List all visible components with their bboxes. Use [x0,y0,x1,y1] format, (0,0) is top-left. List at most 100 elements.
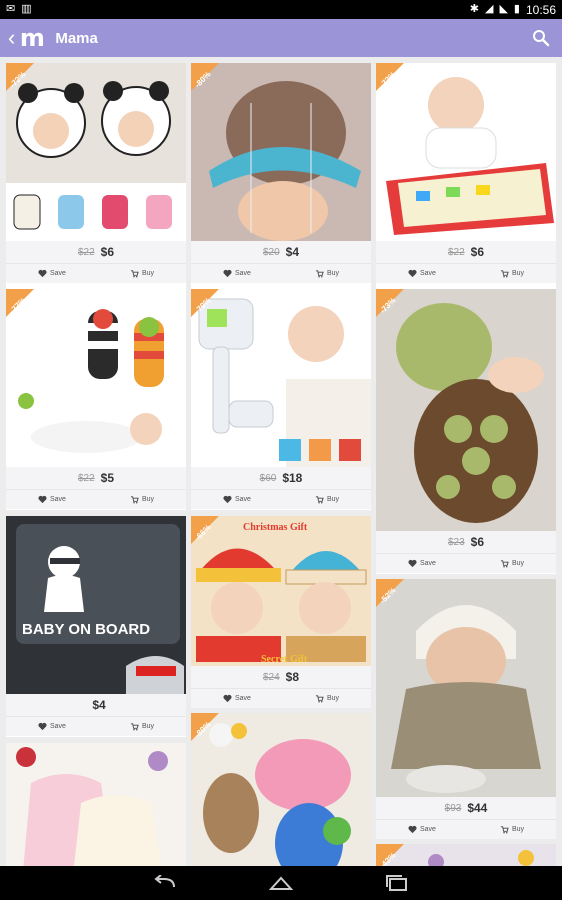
buy-button[interactable]: Buy [130,722,154,731]
search-button[interactable] [528,25,554,51]
nav-recents-button[interactable] [382,873,412,893]
price-row: $22 $5 [6,467,186,489]
heart-icon [408,825,417,834]
price: $44 [467,801,488,815]
product-card[interactable]: BABY ON BOARD $4 Save Buy [6,516,186,737]
product-image[interactable] [6,743,186,866]
app-title: Mama [55,29,98,47]
heart-icon [38,269,47,278]
cart-icon [315,496,324,504]
action-row: Save Buy [191,263,371,283]
product-image[interactable] [376,579,556,797]
product-card[interactable]: -72% $22 $6 Save Buy [6,63,186,289]
buy-button[interactable]: Buy [130,269,154,278]
action-row: Save Buy [6,489,186,509]
product-card[interactable]: -52% $93 $44 Save Buy [376,579,556,839]
price-row: $22 $6 [376,241,556,263]
price: $6 [100,245,115,259]
price-row: $93 $44 [376,797,556,819]
cart-icon [130,723,139,731]
save-button[interactable]: Save [408,559,436,568]
signal-icon: ◣ [499,3,508,15]
action-row: Save Buy [6,716,186,736]
product-card[interactable]: -80% $20 $4 Save Buy [191,63,371,289]
home-icon [268,876,294,890]
old-price: $22 [447,246,465,258]
buy-button[interactable]: Buy [315,694,339,703]
wifi-icon: ◢ [484,3,494,15]
price-row: $24 $8 [191,666,371,688]
cart-icon [500,826,509,834]
buy-button[interactable]: Buy [315,269,339,278]
save-button[interactable]: Save [38,495,66,504]
promo-text-top: Christmas Gift [243,522,308,533]
barcode-icon: ▥ [21,3,32,15]
save-button[interactable]: Save [38,722,66,731]
product-card[interactable] [6,743,186,866]
cart-icon [130,270,139,278]
recents-icon [386,875,407,891]
price: $5 [100,471,115,485]
email-icon: ✉ [6,3,16,15]
status-time: 10:56 [525,2,556,17]
product-card[interactable]: -77% $22 $5 Save Buy [6,289,186,510]
product-image[interactable]: BABY ON BOARD [6,516,186,694]
cart-icon [315,695,324,703]
action-row: Save Buy [376,553,556,573]
old-price: $22 [77,472,95,484]
heart-icon [223,269,232,278]
buy-button[interactable]: Buy [315,495,339,504]
product-card[interactable]: -73% $23 $6 Save Buy [376,289,556,574]
old-price: $22 [77,246,95,258]
app-logo: m [19,24,45,52]
product-card[interactable]: -72% $22 $6 Save Buy [376,63,556,289]
bluetooth-off-icon: ✱ [469,3,479,15]
product-card[interactable]: -80% [191,713,371,866]
buy-button[interactable]: Buy [500,269,524,278]
old-price: $23 [447,536,465,548]
heart-icon [408,559,417,568]
cart-icon [500,270,509,278]
save-button[interactable]: Save [223,495,251,504]
nav-back-button[interactable] [150,873,180,893]
heart-icon [223,694,232,703]
price-row: $60 $18 [191,467,371,489]
battery-icon: ▮ [513,3,520,15]
save-button[interactable]: Save [38,269,66,278]
save-button[interactable]: Save [223,694,251,703]
app-bar: ‹ m Mama [0,19,562,57]
old-price: $60 [259,472,277,484]
old-price: $93 [444,802,462,814]
product-grid: -72% $22 $6 Save Buy -80% $20 $4 Save Bu… [0,57,562,866]
old-price: $24 [262,671,280,683]
heart-icon [223,495,232,504]
save-button[interactable]: Save [408,269,436,278]
product-image[interactable] [376,289,556,531]
status-bar: ✉ ▥ ✱ ◢ ◣ ▮ 10:56 [0,0,562,19]
price-row: $22 $6 [6,241,186,263]
back-arrow-icon[interactable]: ‹ [8,27,15,49]
product-card[interactable]: Christmas Gift Secret Gift -66% $24 $8 S… [191,516,371,708]
buy-button[interactable]: Buy [500,825,524,834]
search-icon [533,30,550,47]
price: $6 [470,245,485,259]
save-button[interactable]: Save [223,269,251,278]
price-row: $4 [6,694,186,716]
product-card[interactable]: -70% $60 $18 Save Buy [191,289,371,510]
heart-icon [38,722,47,731]
back-icon [154,875,175,888]
buy-button[interactable]: Buy [500,559,524,568]
price-row: $23 $6 [376,531,556,553]
product-card[interactable]: -42% [376,844,556,866]
sticker-text: BABY ON BOARD [22,621,150,638]
promo-text-bottom: Secret Gift [261,654,308,665]
cart-icon [500,560,509,568]
action-row: Save Buy [191,688,371,708]
nav-home-button[interactable] [266,873,296,893]
buy-button[interactable]: Buy [130,495,154,504]
heart-icon [38,495,47,504]
system-nav-bar [0,866,562,900]
heart-icon [408,269,417,278]
save-button[interactable]: Save [408,825,436,834]
price: $8 [285,670,300,684]
